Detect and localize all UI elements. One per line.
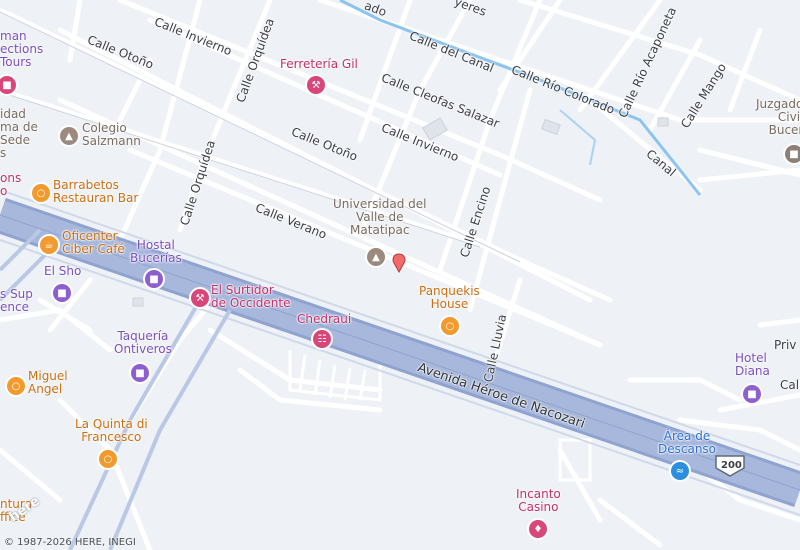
map-canvas[interactable]: Calle Otoño Calle Invierno Calle Orquíde… <box>0 0 800 550</box>
coffee-cup-icon[interactable]: ☕ <box>40 236 58 254</box>
courthouse-icon[interactable]: ■ <box>785 145 800 163</box>
poi-label: Panquekis House <box>419 284 480 311</box>
poi-label: Colegio Salzmann <box>82 121 141 148</box>
poi-colegio-salzmann[interactable]: Colegio Salzmann <box>82 122 141 148</box>
poi-incanto-casino[interactable]: Incanto Casino <box>516 488 561 514</box>
rest-area-icon[interactable]: ≈ <box>671 462 689 480</box>
poi-el-sho[interactable]: El Sho <box>44 265 81 278</box>
poi-area-descanso[interactable]: Área de Descanso <box>658 430 716 456</box>
poi-label: Oficenter Ciber Café <box>62 229 125 256</box>
bed-icon[interactable]: ■ <box>131 364 149 382</box>
map-attribution: © 1987-2026 HERE, INEGI <box>4 537 136 548</box>
poi-label: man ections Tours <box>0 29 44 69</box>
poi-label: Miguel Angel <box>28 369 68 396</box>
poi-ons[interactable]: ons o <box>0 172 21 198</box>
poi-label: Taquería Ontiveros <box>114 329 172 356</box>
poi-label: Ferretería Gil <box>280 57 358 71</box>
poi-el-surtidor[interactable]: El Surtidor de Occidente <box>211 284 290 310</box>
poi-la-quinta[interactable]: La Quinta di Francesco <box>75 418 148 444</box>
poi-miguel-angel[interactable]: Miguel Angel <box>28 370 68 396</box>
poi-panquekis[interactable]: Panquekis House <box>419 285 480 311</box>
poi-label: ons o <box>0 171 22 198</box>
poi-oficenter[interactable]: Oficenter Ciber Café <box>62 230 125 256</box>
wrench-icon[interactable]: ⚒ <box>191 289 209 307</box>
poi-hostal-bucerias[interactable]: Hostal Bucerías <box>130 239 182 265</box>
restaurant-icon[interactable]: ○ <box>32 184 50 202</box>
restaurant-icon[interactable]: ○ <box>7 377 25 395</box>
shopping-cart-icon[interactable]: ☷ <box>313 330 331 348</box>
poi-label: Chedraui <box>297 312 352 326</box>
poi-universidad[interactable]: Universidad del Valle de Matatipac <box>333 198 426 237</box>
poi-label: Juzgado Civil Bucer <box>756 97 800 137</box>
street-call-right: Call <box>780 378 800 392</box>
wrench-icon[interactable]: ⚒ <box>307 76 325 94</box>
bed-icon[interactable]: ■ <box>743 385 761 403</box>
school-icon[interactable]: ▲ <box>60 127 78 145</box>
poi-label: La Quinta di Francesco <box>75 417 148 444</box>
poi-label: El Sho <box>44 264 82 278</box>
poi-label: Barrabetos Restauran Bar <box>53 178 139 205</box>
graduation-cap-icon[interactable]: ▲ <box>367 248 385 266</box>
poi-label: idad ma de Sede s <box>0 107 38 160</box>
poi-label: Universidad del Valle de Matatipac <box>333 197 427 237</box>
poi-hotel-diana[interactable]: Hotel Diana <box>735 352 770 378</box>
poi-chedraui[interactable]: Chedraui <box>297 313 351 326</box>
casino-icon[interactable]: ♦ <box>529 520 547 538</box>
bed-icon[interactable]: ■ <box>53 284 71 302</box>
poi-ferreteria-gil[interactable]: Ferretería Gil <box>280 58 358 71</box>
poi-taqueria[interactable]: Taquería Ontiveros <box>114 330 172 356</box>
restaurant-icon[interactable]: ○ <box>99 450 117 468</box>
poi-label: Hostal Bucerías <box>130 238 182 265</box>
poi-barrabetos[interactable]: Barrabetos Restauran Bar <box>53 179 138 205</box>
poi-sup-ence[interactable]: s Sup ence <box>0 288 33 314</box>
poi-label: El Surtidor de Occidente <box>211 283 291 310</box>
poi-label: Hotel Diana <box>735 351 770 378</box>
poi-udad[interactable]: idad ma de Sede s <box>0 108 38 160</box>
route-shield-number: 200 <box>721 460 742 471</box>
bed-icon[interactable]: ■ <box>145 270 163 288</box>
poi-sections-tours[interactable]: man ections Tours <box>0 30 43 69</box>
poi-label: s Sup ence <box>0 287 33 314</box>
poi-juzgado[interactable]: Juzgado Civil Bucer <box>756 98 800 137</box>
poi-label: Incanto Casino <box>516 487 561 514</box>
street-priv: Priv <box>774 338 797 352</box>
restaurant-icon[interactable]: ○ <box>441 317 459 335</box>
poi-label: Área de Descanso <box>658 429 717 456</box>
